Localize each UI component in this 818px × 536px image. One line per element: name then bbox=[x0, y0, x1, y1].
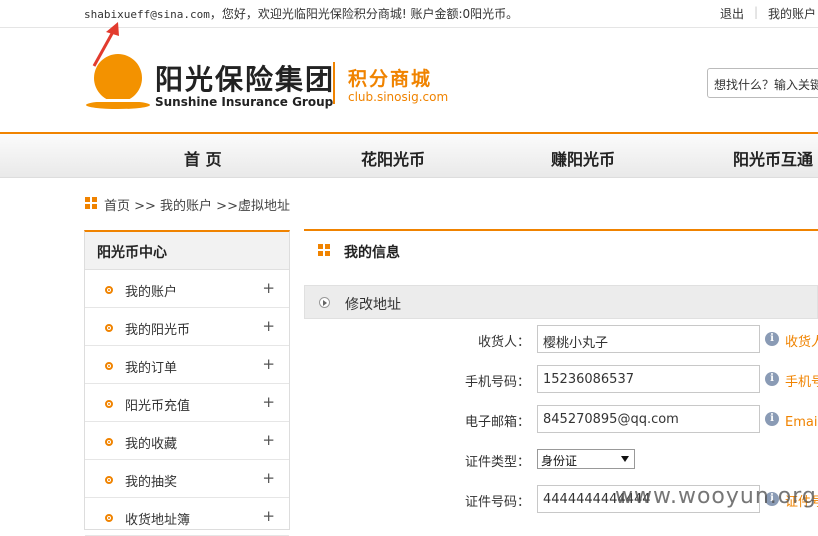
info-icon: i bbox=[765, 332, 779, 346]
sidebar-item-label: 我的抽奖 bbox=[125, 475, 178, 490]
bullet-icon bbox=[105, 438, 113, 446]
nav-spend-coins[interactable]: 花阳光币 bbox=[361, 146, 425, 170]
phone-field[interactable]: 15236086537 bbox=[537, 365, 760, 393]
bullet-icon bbox=[105, 324, 113, 332]
play-circle-icon bbox=[319, 297, 330, 308]
logout-link[interactable]: 退出 bbox=[720, 5, 744, 22]
mall-url[interactable]: club.sinosig.com bbox=[348, 90, 448, 104]
main-panel-header: 我的信息 bbox=[304, 229, 818, 271]
id-type-select[interactable]: 身份证 bbox=[537, 449, 635, 469]
phone-hint: 手机号 bbox=[785, 375, 818, 390]
brand-name-en: Sunshine Insurance Group bbox=[155, 95, 334, 109]
page-title: 我的信息 bbox=[344, 245, 400, 261]
bullet-icon bbox=[105, 400, 113, 408]
mall-name[interactable]: 积分商城 bbox=[348, 64, 432, 91]
my-account-link[interactable]: 我的账户 bbox=[768, 5, 816, 22]
sidebar-item-recharge[interactable]: 阳光币充值 + bbox=[85, 384, 289, 422]
welcome-text: ，您好，欢迎光临阳光保险积分商城! 账户金额:0阳光币。 bbox=[209, 7, 519, 21]
bullet-icon bbox=[105, 362, 113, 370]
expand-plus-icon[interactable]: + bbox=[262, 507, 275, 525]
sidebar-item-label: 我的订单 bbox=[125, 361, 178, 376]
sidebar-item-label: 收货地址簿 bbox=[125, 513, 191, 528]
section-title: 修改地址 bbox=[345, 297, 401, 313]
id-number-label: 证件号码： bbox=[464, 495, 530, 510]
user-email: shabixueff@sina.com bbox=[84, 8, 210, 21]
expand-plus-icon[interactable]: + bbox=[262, 469, 275, 487]
info-icon: i bbox=[765, 372, 779, 386]
phone-label: 手机号码： bbox=[464, 375, 530, 390]
expand-plus-icon[interactable]: + bbox=[262, 279, 275, 297]
bullet-icon bbox=[105, 476, 113, 484]
sidebar-item-my-coins[interactable]: 我的阳光币 + bbox=[85, 308, 289, 346]
bullet-icon bbox=[105, 514, 113, 522]
sidebar-item-favorites[interactable]: 我的收藏 + bbox=[85, 422, 289, 460]
topbar-separator: | bbox=[754, 5, 759, 19]
email-label: 电子邮箱： bbox=[464, 415, 530, 430]
receiver-field[interactable]: 樱桃小丸子 bbox=[537, 325, 760, 353]
expand-plus-icon[interactable]: + bbox=[262, 431, 275, 449]
sunshine-logo-icon bbox=[84, 54, 150, 109]
expand-plus-icon[interactable]: + bbox=[262, 393, 275, 411]
brand-name-cn: 阳光保险集团 bbox=[155, 63, 336, 96]
section-header: 修改地址 bbox=[304, 285, 818, 319]
dropdown-caret-icon bbox=[621, 456, 629, 462]
sidebar: 阳光币中心 我的账户 + 我的阳光币 + 我的订单 + 阳光币充值 + 我的收藏… bbox=[84, 230, 290, 536]
nav-coin-exchange[interactable]: 阳光币互通 bbox=[733, 146, 813, 170]
sidebar-item-label: 我的阳光币 bbox=[125, 323, 191, 338]
sidebar-title: 阳光币中心 bbox=[85, 232, 289, 270]
nav-earn-coins[interactable]: 赚阳光币 bbox=[551, 146, 615, 170]
id-type-label: 证件类型： bbox=[464, 455, 530, 470]
expand-plus-icon[interactable]: + bbox=[262, 317, 275, 335]
grid-icon bbox=[318, 244, 330, 256]
search-input[interactable]: 想找什么？输入关键 bbox=[707, 68, 818, 98]
sidebar-item-my-orders[interactable]: 我的订单 + bbox=[85, 346, 289, 384]
brand-divider bbox=[333, 62, 335, 104]
sidebar-item-lottery[interactable]: 我的抽奖 + bbox=[85, 460, 289, 498]
sidebar-item-label: 我的收藏 bbox=[125, 437, 178, 452]
breadcrumb-grid-icon bbox=[85, 197, 97, 209]
receiver-label: 收货人： bbox=[477, 335, 530, 350]
sidebar-item-address-book[interactable]: 收货地址簿 + bbox=[85, 498, 289, 536]
id-type-value: 身份证 bbox=[541, 454, 578, 468]
nav-home[interactable]: 首 页 bbox=[184, 146, 222, 170]
receiver-hint: 收货人 bbox=[785, 335, 818, 350]
email-hint: Email为 bbox=[785, 415, 818, 430]
sidebar-item-label: 阳光币充值 bbox=[125, 399, 191, 414]
welcome-message: shabixueff@sina.com，您好，欢迎光临阳光保险积分商城! 账户金… bbox=[84, 5, 518, 22]
sidebar-item-my-account[interactable]: 我的账户 + bbox=[85, 270, 289, 308]
breadcrumb[interactable]: 首页 >> 我的账户 >>虚拟地址 bbox=[104, 195, 290, 214]
main-nav: 首 页 花阳光币 赚阳光币 阳光币互通 bbox=[0, 132, 818, 178]
expand-plus-icon[interactable]: + bbox=[262, 355, 275, 373]
email-field[interactable]: 845270895@qq.com bbox=[537, 405, 760, 433]
sidebar-item-label: 我的账户 bbox=[125, 285, 178, 300]
watermark: www.wooyun.org bbox=[615, 484, 817, 509]
bullet-icon bbox=[105, 286, 113, 294]
info-icon: i bbox=[765, 412, 779, 426]
